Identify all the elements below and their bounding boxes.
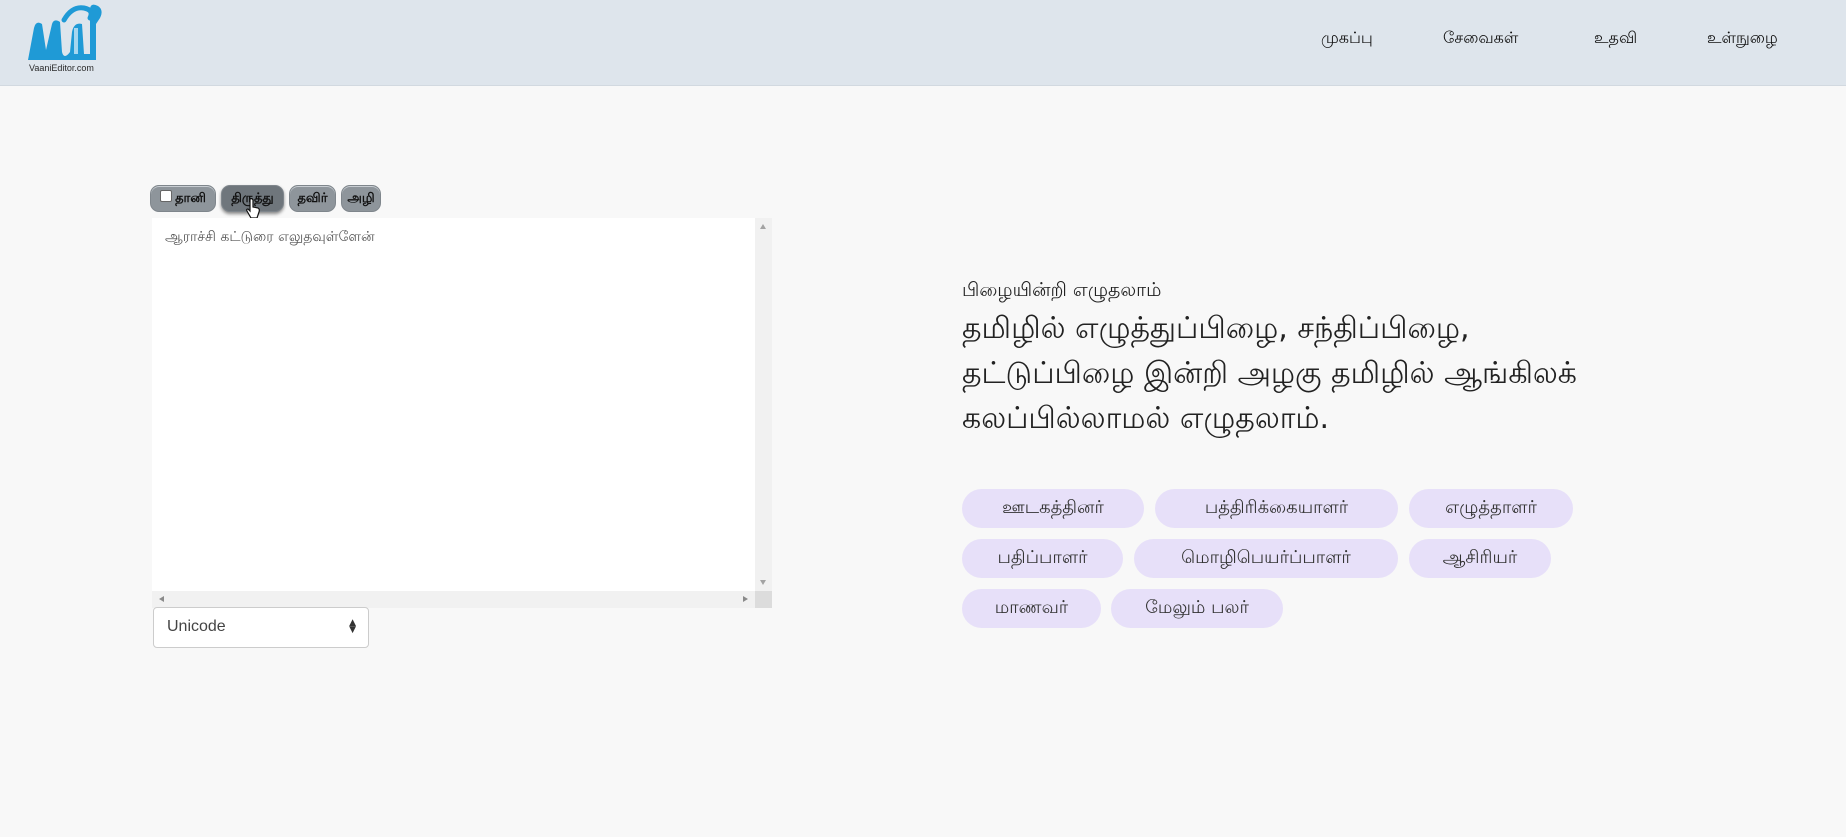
tag-translator: மொழிபெயர்ப்பாளர்	[1134, 539, 1398, 578]
skip-label: தவிர்	[297, 190, 328, 206]
hero-title: தமிழில் எழுத்துப்பிழை, சந்திப்பிழை, தட்ட…	[962, 311, 1577, 436]
tag-teacher: ஆசிரியர்	[1409, 539, 1551, 578]
site-header: VaaniEditor.com முகப்பு சேவைகள் உதவி உள்…	[0, 0, 1846, 86]
clear-label: அழி	[347, 190, 375, 206]
skip-button[interactable]: தவிர்	[289, 185, 336, 212]
nav-help[interactable]: உதவி	[1594, 28, 1637, 49]
tag-and-more: மேலும் பலர்	[1111, 589, 1283, 628]
tag-student: மாணவர்	[962, 589, 1101, 628]
text-editor[interactable]: ஆராச்சி கட்டுரை எலுதவுள்ளேன்	[152, 218, 772, 608]
vaani-logo-icon	[28, 4, 102, 60]
scrollbar-corner	[755, 591, 772, 608]
scroll-down-icon[interactable]	[760, 580, 766, 585]
auto-checkbox[interactable]	[160, 189, 173, 202]
select-caret-icon: ▲ ▼	[349, 618, 356, 635]
mouse-pointer-icon	[246, 198, 260, 219]
tag-publisher: பதிப்பாளர்	[962, 539, 1123, 578]
hero-subtitle: பிழையின்றி எழுதலாம்	[962, 279, 1162, 301]
encoding-select-value: Unicode	[167, 618, 226, 635]
tag-writer: எழுத்தாளர்	[1409, 489, 1573, 528]
encoding-select[interactable]: Unicode ▲ ▼	[153, 607, 369, 648]
editor-content[interactable]: ஆராச்சி கட்டுரை எலுதவுள்ளேன்	[165, 229, 375, 247]
scroll-right-icon[interactable]	[743, 596, 748, 602]
clear-button[interactable]: அழி	[341, 185, 381, 212]
vertical-scrollbar[interactable]	[755, 218, 772, 591]
tag-journalist: பத்திரிக்கையாளர்	[1155, 489, 1398, 528]
auto-label: தானி	[175, 190, 206, 206]
nav-login[interactable]: உள்நுழை	[1707, 28, 1778, 49]
auto-toggle-button[interactable]: தானி	[150, 185, 216, 212]
horizontal-scrollbar[interactable]	[152, 591, 755, 608]
scroll-up-icon[interactable]	[760, 224, 766, 229]
logo-caption: VaaniEditor.com	[29, 63, 94, 73]
nav-services[interactable]: சேவைகள்	[1443, 28, 1518, 49]
scroll-left-icon[interactable]	[159, 596, 164, 602]
site-logo[interactable]: VaaniEditor.com	[24, 2, 106, 78]
tag-media: ஊடகத்தினர்	[962, 489, 1144, 528]
nav-home[interactable]: முகப்பு	[1321, 28, 1373, 49]
